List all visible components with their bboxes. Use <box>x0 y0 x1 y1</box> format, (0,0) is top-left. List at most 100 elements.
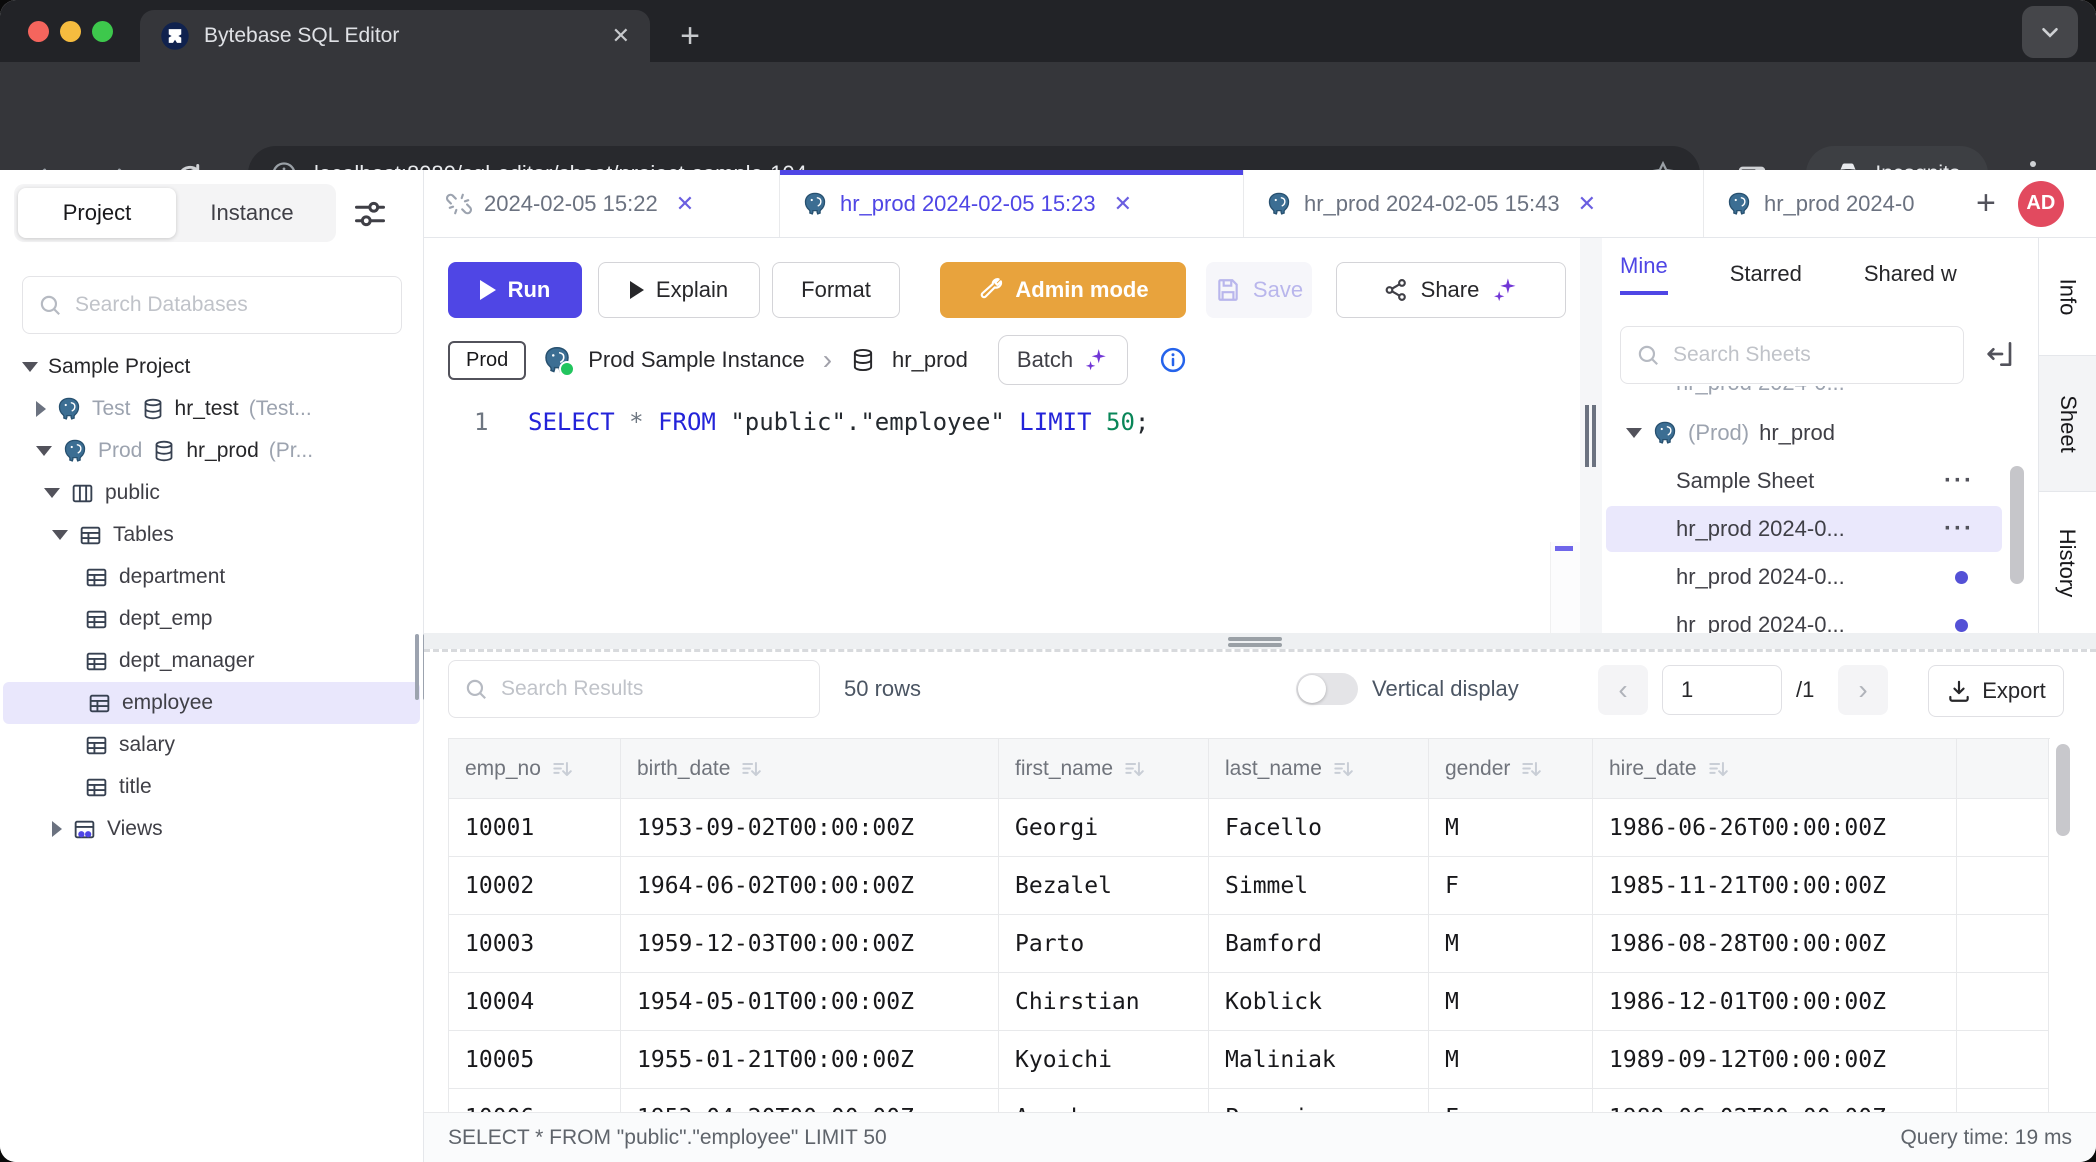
tab-instance[interactable]: Instance <box>176 188 328 238</box>
window-chevron-button[interactable] <box>2022 6 2078 58</box>
rail-tab-sheet[interactable]: Sheet <box>2039 355 2096 492</box>
sheet-item[interactable]: hr_prod 2024-0... <box>1602 554 2002 600</box>
panel-splitter[interactable] <box>1580 238 1602 633</box>
cell[interactable]: 1954-05-01T00:00:00Z <box>621 973 999 1031</box>
close-tab-icon[interactable]: ✕ <box>1114 191 1132 217</box>
sort-icon[interactable] <box>1332 758 1354 780</box>
caret-right-icon[interactable] <box>52 821 62 837</box>
close-tab-icon[interactable]: ✕ <box>1578 191 1596 217</box>
admin-mode-button[interactable]: Admin mode <box>940 262 1186 318</box>
cell[interactable]: Bezalel <box>999 857 1209 915</box>
user-avatar[interactable]: AD <box>2018 181 2064 227</box>
results-scrollbar[interactable] <box>2056 744 2070 836</box>
tree-item-table-dept-emp[interactable]: dept_emp <box>0 598 423 640</box>
close-window-button[interactable] <box>28 21 49 42</box>
cell[interactable]: M <box>1429 799 1593 857</box>
caret-down-icon[interactable] <box>1626 428 1642 438</box>
sort-icon[interactable] <box>1520 758 1542 780</box>
export-button[interactable]: Export <box>1928 665 2064 717</box>
database-name[interactable]: hr_prod <box>892 347 968 373</box>
sheet-item-menu-icon[interactable]: ··· <box>1944 515 1974 543</box>
tree-item-hr-prod[interactable]: Prod hr_prod (Pr... <box>0 430 423 472</box>
column-header[interactable]: hire_date <box>1593 739 1957 799</box>
cell[interactable]: 1959-12-03T00:00:00Z <box>621 915 999 973</box>
results-search[interactable] <box>448 660 820 718</box>
cell[interactable]: F <box>1429 1089 1593 1112</box>
caret-right-icon[interactable] <box>36 401 46 417</box>
page-number-input[interactable] <box>1662 665 1782 715</box>
cell[interactable]: Preusig <box>1209 1089 1429 1112</box>
tree-item-table-title[interactable]: title <box>0 766 423 808</box>
caret-down-icon[interactable] <box>36 446 52 456</box>
share-button[interactable]: Share <box>1336 262 1566 318</box>
cell[interactable]: 10002 <box>449 857 621 915</box>
close-tab-icon[interactable]: ✕ <box>676 191 694 217</box>
cell[interactable]: Parto <box>999 915 1209 973</box>
editor-tab-4[interactable]: hr_prod 2024-0 <box>1704 170 1960 237</box>
info-icon[interactable] <box>1158 345 1188 375</box>
caret-down-icon[interactable] <box>44 488 60 498</box>
cell[interactable]: Maliniak <box>1209 1031 1429 1089</box>
rail-tab-history[interactable]: History <box>2039 492 2096 633</box>
table-row[interactable]: 10001 1953-09-02T00:00:00Z Georgi Facell… <box>449 799 2050 857</box>
explain-button[interactable]: Explain <box>598 262 760 318</box>
tree-item-table-employee-selected[interactable]: employee <box>3 682 420 724</box>
editor-tab-1[interactable]: 2024-02-05 15:22 ✕ <box>424 170 780 237</box>
sort-icon[interactable] <box>1123 758 1145 780</box>
cell[interactable]: 1989-09-12T00:00:00Z <box>1593 1031 1957 1089</box>
column-header[interactable]: first_name <box>999 739 1209 799</box>
cell[interactable]: 1953-04-20T00:00:00Z <box>621 1089 999 1112</box>
search-sheets-input[interactable] <box>1671 342 1949 368</box>
search-results-input[interactable] <box>499 676 805 702</box>
filter-button[interactable] <box>352 196 388 232</box>
sheet-item-selected[interactable]: hr_prod 2024-0... ··· <box>1606 506 2002 552</box>
sheet-item[interactable]: Sample Sheet ··· <box>1602 458 2002 504</box>
table-row[interactable]: 10002 1964-06-02T00:00:00Z Bezalel Simme… <box>449 857 2050 915</box>
column-header[interactable]: last_name <box>1209 739 1429 799</box>
cell[interactable]: M <box>1429 1031 1593 1089</box>
cell[interactable]: Facello <box>1209 799 1429 857</box>
cell[interactable]: 1964-06-02T00:00:00Z <box>621 857 999 915</box>
tree-item-table-salary[interactable]: salary <box>0 724 423 766</box>
tab-starred[interactable]: Starred <box>1730 261 1802 287</box>
cell[interactable]: 10005 <box>449 1031 621 1089</box>
editor-tab-3[interactable]: hr_prod 2024-02-05 15:43 ✕ <box>1244 170 1704 237</box>
maximize-window-button[interactable] <box>92 21 113 42</box>
editor-tab-2-active[interactable]: hr_prod 2024-02-05 15:23 ✕ <box>780 170 1244 237</box>
cell[interactable]: 1955-01-21T00:00:00Z <box>621 1031 999 1089</box>
vertical-display-toggle[interactable] <box>1296 673 1358 705</box>
cell[interactable]: 1989-06-02T00:00:00Z <box>1593 1089 1957 1112</box>
instance-name[interactable]: Prod Sample Instance <box>588 347 804 373</box>
cell[interactable]: 1953-09-02T00:00:00Z <box>621 799 999 857</box>
table-row-partial[interactable]: 10006 1953-04-20T00:00:00Z Anneke Preusi… <box>449 1089 2050 1112</box>
cell[interactable]: 10001 <box>449 799 621 857</box>
table-row[interactable]: 10003 1959-12-03T00:00:00Z Parto Bamford… <box>449 915 2050 973</box>
column-header[interactable]: gender <box>1429 739 1593 799</box>
sql-code-editor[interactable]: 1 SELECT * FROM "public"."employee" LIMI… <box>424 390 1550 633</box>
sort-icon[interactable] <box>740 758 762 780</box>
import-sheet-button[interactable] <box>1984 338 2016 370</box>
tree-item-table-department[interactable]: department <box>0 556 423 598</box>
divider-handle[interactable] <box>1228 635 1282 649</box>
tree-item-views-group[interactable]: Views <box>0 808 423 850</box>
format-button[interactable]: Format <box>772 262 900 318</box>
cell[interactable]: Georgi <box>999 799 1209 857</box>
new-sheet-tab-button[interactable]: + <box>1960 170 2012 237</box>
tree-item-project[interactable]: Sample Project <box>0 346 423 388</box>
cell[interactable]: Chirstian <box>999 973 1209 1031</box>
run-button[interactable]: Run <box>448 262 582 318</box>
sort-icon[interactable] <box>1707 758 1729 780</box>
tab-shared-with-me[interactable]: Shared w <box>1864 261 1957 287</box>
minimize-window-button[interactable] <box>60 21 81 42</box>
caret-down-icon[interactable] <box>52 530 68 540</box>
tab-mine[interactable]: Mine <box>1620 253 1668 295</box>
cell[interactable]: 10006 <box>449 1089 621 1112</box>
cell[interactable]: M <box>1429 973 1593 1031</box>
sheet-item-partial[interactable]: hr_prod 2024-0... <box>1602 602 2002 633</box>
column-header[interactable]: birth_date <box>621 739 999 799</box>
search-databases-input[interactable] <box>73 292 387 318</box>
cell[interactable]: M <box>1429 915 1593 973</box>
cell[interactable]: F <box>1429 857 1593 915</box>
sheet-item-menu-icon[interactable]: ··· <box>1944 467 1974 495</box>
batch-button[interactable]: Batch <box>998 335 1128 385</box>
